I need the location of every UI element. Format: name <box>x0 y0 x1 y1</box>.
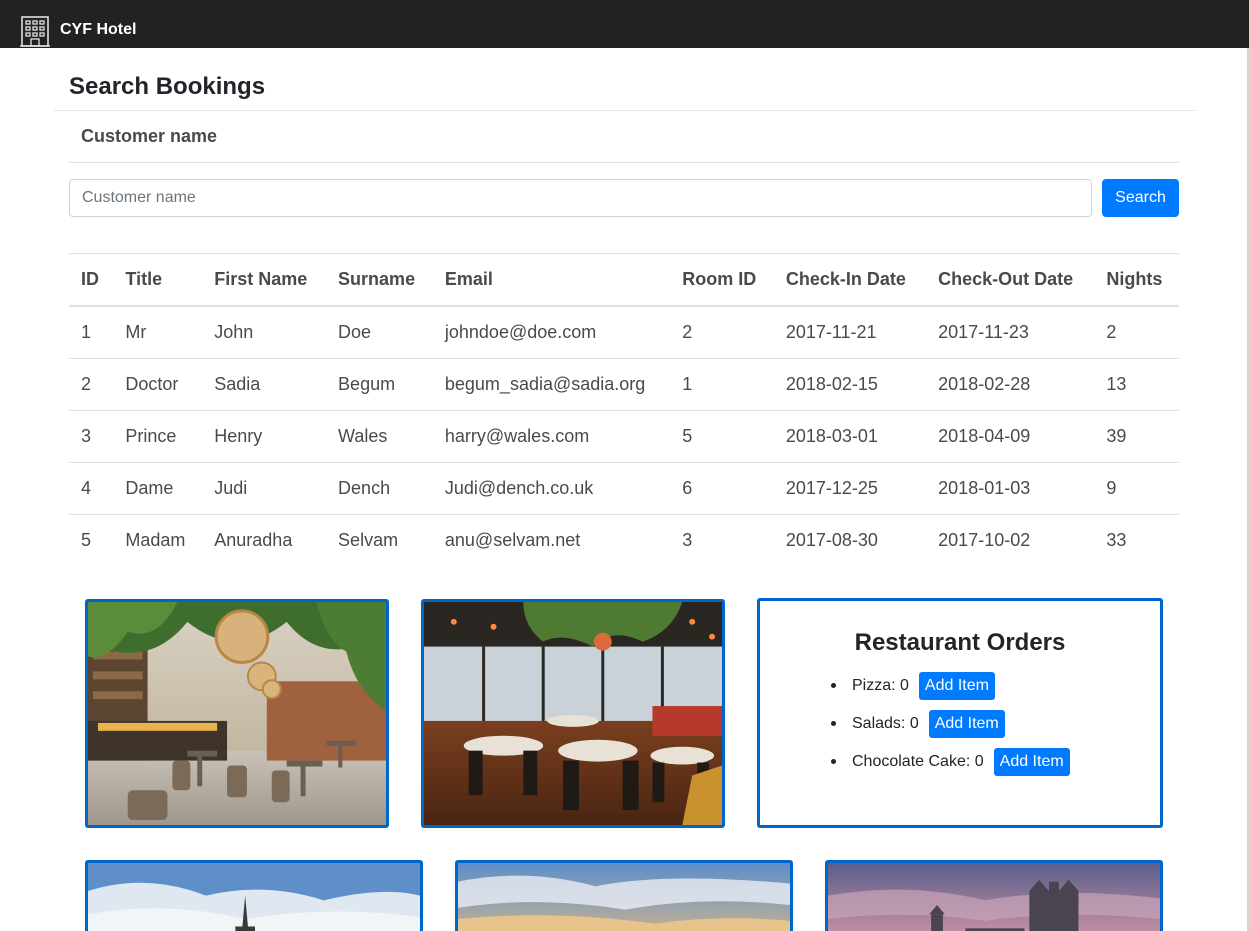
customer-name-input[interactable] <box>69 179 1092 217</box>
cell-room-id: 2 <box>682 321 693 342</box>
hotel-building-icon <box>20 16 50 47</box>
cell-surname: Doe <box>338 321 372 342</box>
cell-surname: Selvam <box>326 513 433 566</box>
bullet-icon <box>831 683 836 688</box>
column-header-nights: Nights <box>1094 254 1179 307</box>
table-row[interactable]: 4 Dame Judi Dench Judi@dench.co.uk 6 201… <box>69 461 1179 514</box>
navbar: CYF Hotel <box>0 0 1249 48</box>
cell-check-out: 2018-01-03 <box>926 461 1095 514</box>
cell-id: 2 <box>69 357 114 410</box>
cell-first-name: Sadia <box>202 357 327 410</box>
order-item-chocolate-cake: Chocolate Cake: 0 Add Item <box>831 748 1070 776</box>
cell-nights: 9 <box>1094 461 1179 514</box>
bullet-icon <box>831 759 836 764</box>
customer-name-label: Customer name <box>81 126 218 146</box>
add-chocolate-cake-button[interactable]: Add Item <box>993 748 1070 776</box>
cell-check-out: 2018-02-28 <box>926 357 1095 410</box>
order-count-pizza: Pizza: 0 <box>852 677 909 694</box>
cell-email: begum_sadia@sadia.org <box>432 357 671 410</box>
table-row[interactable]: 1 Mr John Doe johndoe@doe.com 2 2017-11-… <box>69 306 1179 358</box>
order-item-salads: Salads: 0 Add Item <box>831 710 1005 738</box>
cell-title: Dame <box>113 461 203 514</box>
cell-check-in: 2018-03-01 <box>773 409 927 462</box>
cell-surname: Dench <box>326 461 433 514</box>
cell-email: anu@selvam.net <box>432 513 671 566</box>
order-count-chocolate-cake: Chocolate Cake: 0 <box>852 753 984 770</box>
column-header-id: ID <box>69 254 114 307</box>
table-row[interactable]: 3 Prince Henry Wales harry@wales.com 5 2… <box>69 409 1179 462</box>
cell-email: harry@wales.com <box>432 409 671 462</box>
cell-id: 1 <box>81 321 92 342</box>
restaurant-photo-1 <box>85 599 389 828</box>
cell-email: Judi@dench.co.uk <box>432 461 671 514</box>
cell-room-id: 5 <box>670 409 774 462</box>
restaurant-orders-card: Restaurant Orders Pizza: 0 Add Item Sala… <box>757 598 1163 828</box>
cell-nights: 2 <box>1106 321 1117 342</box>
city-photo-1 <box>85 860 423 931</box>
cell-check-in: 2017-08-30 <box>773 513 927 566</box>
column-header-title: Title <box>113 254 203 307</box>
search-button[interactable]: Search <box>1102 179 1179 217</box>
cell-room-id: 6 <box>670 461 774 514</box>
restaurant-orders-title: Restaurant Orders <box>854 629 1066 656</box>
cell-room-id: 1 <box>670 357 774 410</box>
page-title: Search Bookings <box>69 73 266 100</box>
cell-title: Mr <box>125 321 147 342</box>
cell-title: Doctor <box>113 357 203 410</box>
cell-check-in: 2017-11-21 <box>785 321 877 342</box>
restaurant-photo-2 <box>421 599 725 828</box>
cell-check-out: 2018-04-09 <box>926 409 1095 462</box>
add-salads-button[interactable]: Add Item <box>928 710 1005 738</box>
cell-first-name: Anuradha <box>202 513 327 566</box>
cell-nights: 33 <box>1094 513 1179 566</box>
bullet-icon <box>831 721 836 726</box>
cell-id: 3 <box>69 409 114 462</box>
cell-surname: Begum <box>326 357 433 410</box>
divider <box>54 110 1196 111</box>
column-header-email: Email <box>432 254 671 307</box>
cell-nights: 13 <box>1094 357 1179 410</box>
column-header-surname: Surname <box>326 254 433 307</box>
add-pizza-button[interactable]: Add Item <box>918 672 995 700</box>
cell-first-name: John <box>214 321 254 342</box>
cell-check-out: 2017-10-02 <box>926 513 1095 566</box>
cell-title: Prince <box>113 409 203 462</box>
cell-nights: 39 <box>1094 409 1179 462</box>
cell-email: johndoe@doe.com <box>444 321 597 342</box>
cell-id: 5 <box>69 513 114 566</box>
cell-check-out: 2017-11-23 <box>938 321 1029 342</box>
cell-id: 4 <box>69 461 114 514</box>
column-header-first-name: First Name <box>202 254 327 307</box>
cell-check-in: 2018-02-15 <box>773 357 927 410</box>
cell-title: Madam <box>113 513 203 566</box>
bookings-table: ID Title First Name Surname Email Room I… <box>69 254 1179 566</box>
column-header-check-out: Check-Out Date <box>926 254 1095 307</box>
order-item-pizza: Pizza: 0 Add Item <box>831 672 995 700</box>
cell-room-id: 3 <box>670 513 774 566</box>
column-header-check-in: Check-In Date <box>773 254 927 307</box>
table-row[interactable]: 5 Madam Anuradha Selvam anu@selvam.net 3… <box>69 513 1179 566</box>
cell-first-name: Henry <box>202 409 327 462</box>
cell-surname: Wales <box>326 409 433 462</box>
city-photo-3 <box>825 860 1163 931</box>
column-header-room-id: Room ID <box>670 254 774 307</box>
cell-first-name: Judi <box>202 461 327 514</box>
table-row[interactable]: 2 Doctor Sadia Begum begum_sadia@sadia.o… <box>69 357 1179 410</box>
brand-title[interactable]: CYF Hotel <box>60 20 136 40</box>
order-count-salads: Salads: 0 <box>852 715 919 732</box>
table-header-row: ID Title First Name Surname Email Room I… <box>69 254 1179 307</box>
cell-check-in: 2017-12-25 <box>773 461 927 514</box>
divider <box>69 162 1179 163</box>
city-photo-2 <box>455 860 793 931</box>
